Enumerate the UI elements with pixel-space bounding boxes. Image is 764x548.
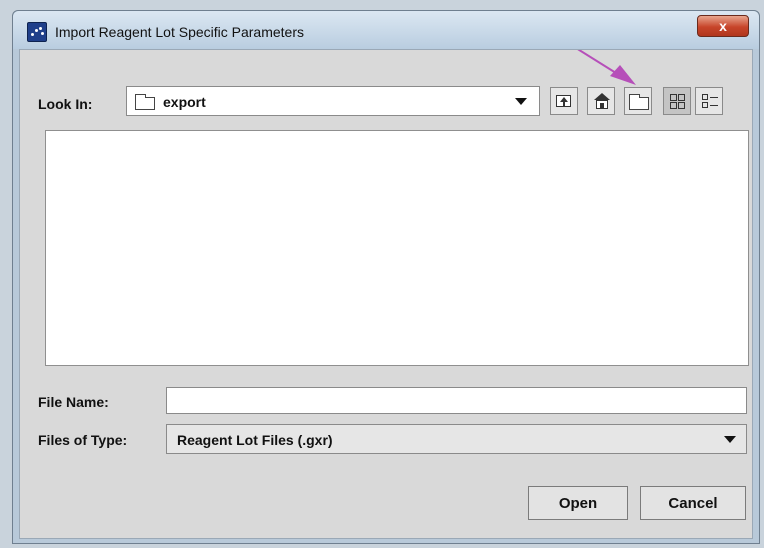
dialog-window: Import Reagent Lot Specific Parameters x… xyxy=(12,10,760,544)
file-name-input[interactable] xyxy=(166,387,747,414)
title-bar[interactable]: Import Reagent Lot Specific Parameters x xyxy=(13,11,759,49)
cancel-button[interactable]: Cancel xyxy=(640,486,746,520)
app-icon xyxy=(27,22,47,42)
open-button[interactable]: Open xyxy=(528,486,628,520)
window-title: Import Reagent Lot Specific Parameters xyxy=(55,24,305,40)
annotation-arrow xyxy=(577,50,636,85)
close-button[interactable]: x xyxy=(697,15,749,37)
file-name-label-text: File Name: xyxy=(38,394,109,410)
files-of-type-value: Reagent Lot Files (.gxr) xyxy=(177,432,333,448)
file-name-label: File Name: xyxy=(38,394,109,410)
files-of-type-label: Files of Type: xyxy=(38,432,127,448)
files-of-type-dropdown[interactable]: Reagent Lot Files (.gxr) xyxy=(166,424,747,454)
chevron-down-icon xyxy=(724,436,736,443)
dialog-content: Look In: export File Name: Files of Type… xyxy=(19,49,753,539)
file-list-pane[interactable] xyxy=(45,130,749,366)
files-of-type-label-text: Files of Type: xyxy=(38,432,128,448)
